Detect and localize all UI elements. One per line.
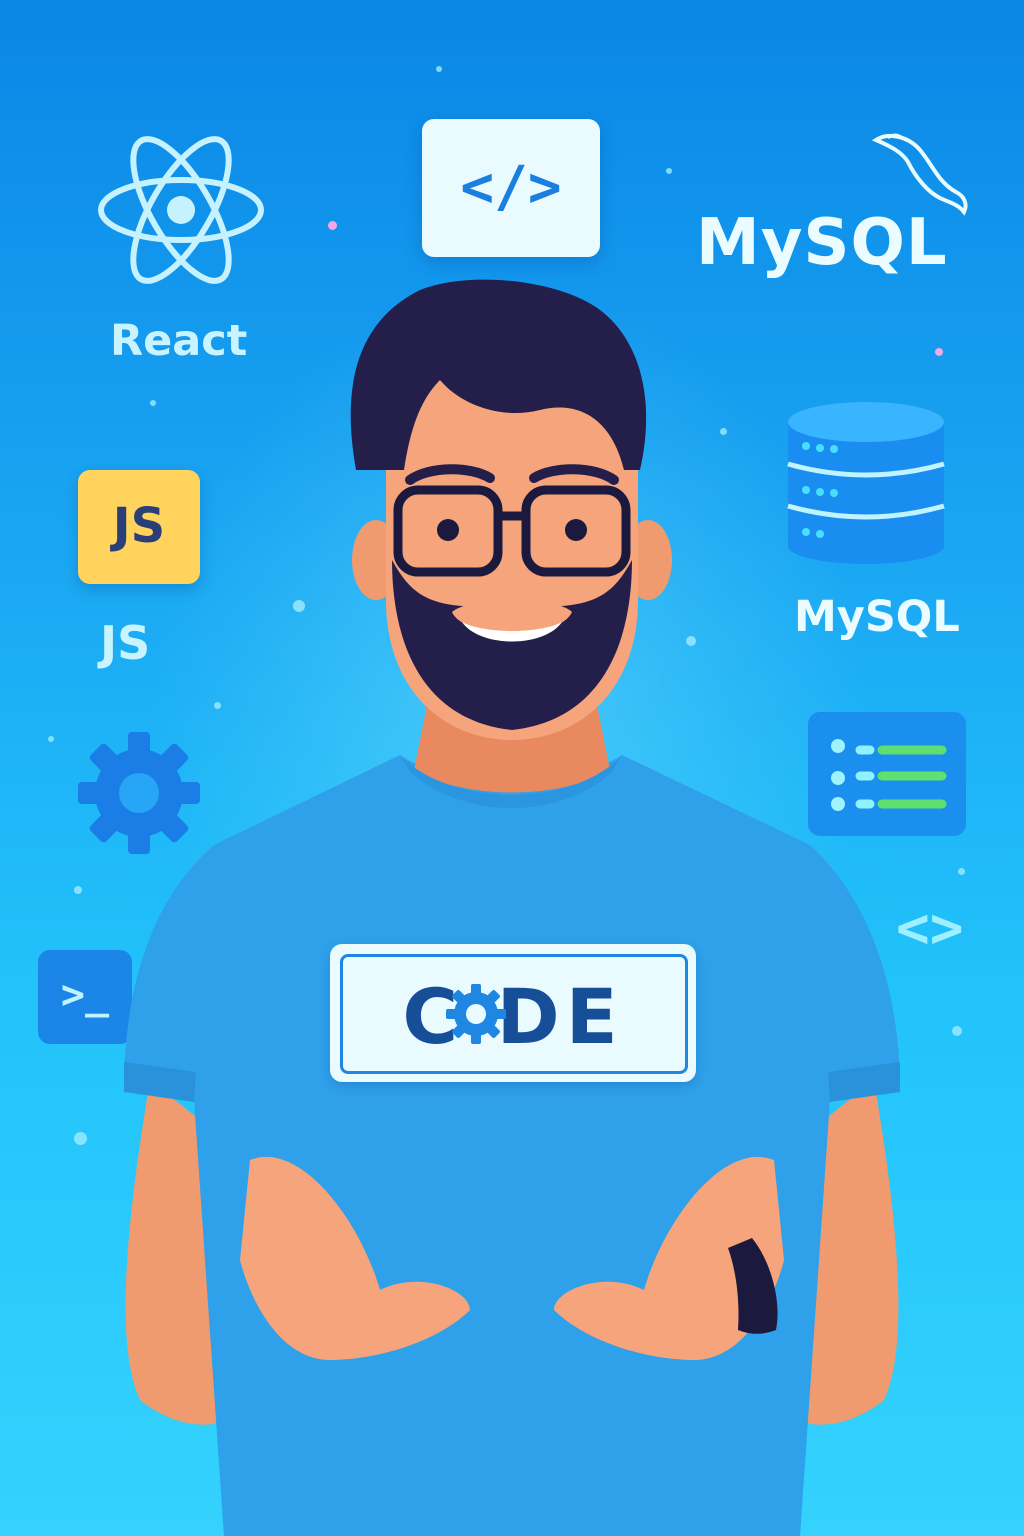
code-plate-text: C DE: [402, 972, 624, 1061]
developer-character: [0, 0, 1024, 1536]
gear-icon: [444, 982, 508, 1046]
code-plate: C DE: [330, 944, 696, 1082]
